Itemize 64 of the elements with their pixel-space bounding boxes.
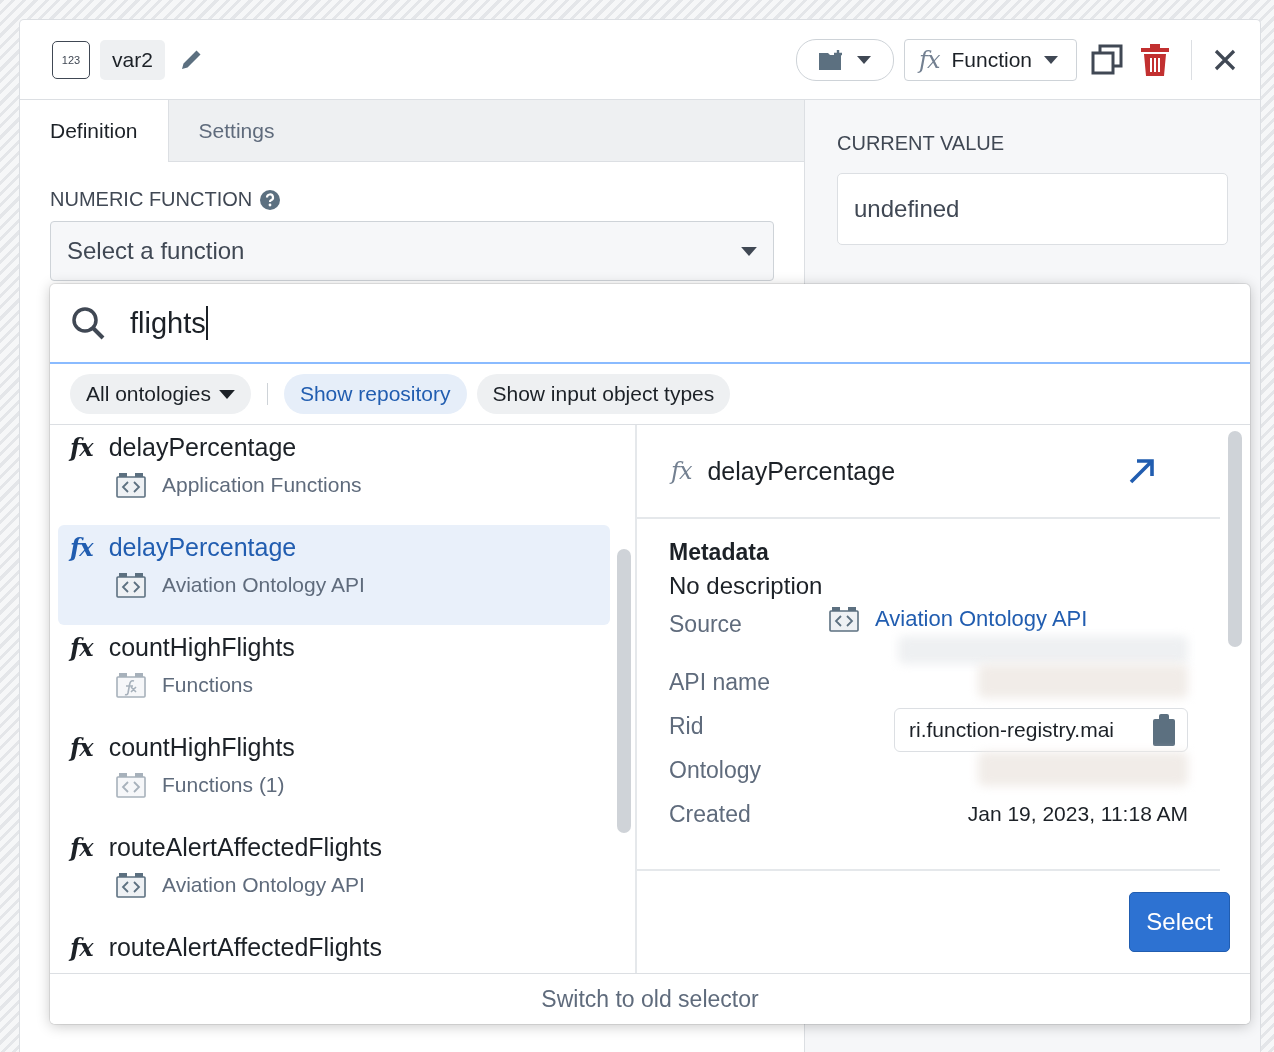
- source-name: Aviation Ontology API: [162, 573, 365, 597]
- function-name: routeAlertAffectedFlights: [108, 833, 382, 862]
- filter-toggle[interactable]: Show input object types: [476, 374, 731, 414]
- result-item[interactable]: fx delayPercentage Application Functions: [58, 425, 610, 525]
- caret-icon: [218, 389, 235, 399]
- function-title: delayPercentage: [707, 456, 897, 486]
- function-icon: fx: [70, 933, 93, 962]
- source-name: Aviation Ontology API: [162, 873, 365, 897]
- function-name: routeAlertAffectedFlights: [108, 933, 382, 962]
- created-date: Jan 19, 2023, 11:18 AM: [967, 801, 1188, 827]
- function-name: delayPercentage: [108, 533, 297, 562]
- code-package-icon: [829, 606, 859, 632]
- result-item[interactable]: fx countHighFlights Functions: [58, 625, 610, 725]
- current-value-label: CURRENT VALUE: [837, 132, 1006, 155]
- caret-icon: [741, 246, 757, 256]
- rid-field[interactable]: ri.function-registry.mai: [894, 708, 1188, 752]
- function-icon: fx: [70, 633, 93, 662]
- field-label: NUMERIC FUNCTION: [50, 188, 253, 211]
- clipboard-icon: [1153, 714, 1175, 746]
- variable-name: var2: [100, 39, 165, 80]
- ontology-dropdown[interactable]: All ontologies: [70, 374, 251, 414]
- metadata-label: Ontology: [669, 756, 763, 785]
- source-name: Functions: [162, 673, 254, 697]
- function-name: countHighFlights: [108, 633, 295, 662]
- function-icon: fx: [70, 433, 93, 462]
- section-heading: Metadata: [669, 539, 770, 566]
- type-dropdown[interactable]: fx Function: [904, 38, 1077, 81]
- tab[interactable]: Settings: [167, 100, 305, 162]
- filter-toggle[interactable]: Show repository: [283, 374, 467, 414]
- function-icon: fx: [70, 533, 93, 562]
- close-icon: [1214, 48, 1236, 71]
- current-value-field: undefined: [837, 173, 1228, 245]
- function-name: countHighFlights: [108, 733, 295, 762]
- arrow-icon: [1128, 457, 1156, 485]
- function-icon: fx: [671, 457, 692, 485]
- type-badge: 123: [52, 40, 90, 79]
- caret-icon: [1044, 55, 1058, 64]
- metadata-label: API name: [669, 668, 771, 697]
- switch-selector-link[interactable]: Switch to old selector: [50, 974, 1250, 1024]
- source-name: Functions (1): [162, 773, 285, 797]
- function-icon: fx: [70, 733, 93, 762]
- copy-icon: [1091, 43, 1123, 76]
- scrollbar-thumb[interactable]: [617, 549, 631, 833]
- result-item[interactable]: fx routeAlertAffectedFlights: [58, 925, 610, 973]
- function-name: delayPercentage: [108, 433, 297, 462]
- function-icon: fx: [70, 833, 93, 862]
- function-select[interactable]: Select a function: [50, 221, 774, 281]
- source-name: Application Functions: [162, 473, 362, 497]
- metadata-label: Source: [669, 610, 743, 639]
- search-field[interactable]: flights: [50, 284, 1250, 364]
- help-icon: [260, 189, 281, 210]
- source-link[interactable]: Aviation Ontology API: [875, 606, 1088, 632]
- trash-icon: [1141, 43, 1169, 76]
- metadata-label: Rid: [669, 712, 705, 741]
- result-item[interactable]: fx routeAlertAffectedFlights Aviation Ontology API: [58, 825, 610, 925]
- scrollbar-thumb[interactable]: [1228, 431, 1242, 647]
- description: No description: [669, 572, 824, 600]
- search-icon: [70, 305, 106, 341]
- result-item[interactable]: fx countHighFlights Functions (1): [58, 725, 610, 825]
- select-button[interactable]: Select: [1129, 892, 1230, 952]
- result-item[interactable]: fx delayPercentage Aviation Ontology API: [58, 525, 610, 625]
- metadata-label: Created: [669, 800, 752, 829]
- add-to-folder-button[interactable]: [796, 38, 895, 81]
- caret-icon: [857, 55, 872, 64]
